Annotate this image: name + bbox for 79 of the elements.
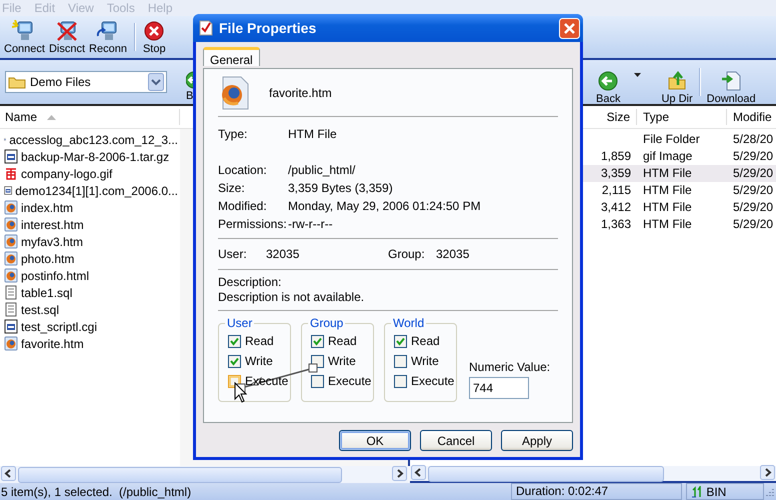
duration-text: Duration: 0:02:47 xyxy=(510,483,682,500)
field-value: Monday, May 29, 2006 01:24:50 PM xyxy=(288,199,481,213)
checkbox-label[interactable]: Write xyxy=(411,354,439,368)
folder-dropdown[interactable]: Demo Files xyxy=(5,71,167,93)
dialog-button[interactable]: Apply xyxy=(501,430,573,451)
toolbar-button[interactable]: Download xyxy=(704,60,758,104)
tab[interactable]: General xyxy=(203,47,260,66)
dialog-button[interactable]: Cancel xyxy=(420,430,492,451)
field-value: 32035 xyxy=(436,247,470,261)
table-cell-text: 5/29/20 xyxy=(732,148,774,165)
file-row[interactable]: myfav3.htm xyxy=(0,233,178,250)
table-cell-text: 2,115 xyxy=(600,182,632,199)
file-row[interactable]: favorite.htm xyxy=(0,335,178,352)
table-cell-text: 5/29/20 xyxy=(732,216,774,233)
field-label: Permissions: xyxy=(218,217,288,231)
checkbox-label[interactable]: Execute xyxy=(328,374,372,388)
table-cell-text: HTM File xyxy=(642,165,693,182)
field-value: HTM File xyxy=(288,127,337,141)
table-cell-text: 5/29/20 xyxy=(732,199,774,216)
field-label: Location: xyxy=(218,163,268,177)
table-cell-text: 5/29/20 xyxy=(732,165,774,182)
group-title: User xyxy=(226,316,254,330)
field-label: Size: xyxy=(218,181,246,195)
status-text: 5 item(s), 1 selected. (/public_html) xyxy=(1,484,192,498)
window-title: File Properties xyxy=(219,20,318,36)
field-value: -rw-r--r-- xyxy=(288,217,333,231)
checkbox-label[interactable]: Read xyxy=(411,334,440,348)
group-title: World xyxy=(392,316,426,330)
column-header[interactable]: Name xyxy=(0,109,180,125)
field-value: 32035 xyxy=(266,247,300,261)
checkbox-label[interactable]: Execute xyxy=(411,374,454,388)
table-cell-text: HTM File xyxy=(642,199,693,216)
field-label: Group: xyxy=(388,247,426,261)
toolbar-button[interactable]: Back xyxy=(594,60,622,104)
checkbox-label[interactable]: Write xyxy=(328,354,356,368)
table-cell-text: HTM File xyxy=(642,182,693,199)
file-row[interactable]: postinfo.html xyxy=(0,267,178,284)
table-cell-text: 5/29/20 xyxy=(732,182,774,199)
toolbar-button[interactable]: Discnct xyxy=(48,20,86,54)
dialog-button[interactable]: OK xyxy=(339,430,411,451)
toolbar-button[interactable]: Reconn xyxy=(88,20,128,54)
file-row[interactable]: company-logo.gif xyxy=(0,165,178,182)
file-row[interactable]: test.sql xyxy=(0,301,178,318)
mode-text: BIN xyxy=(706,484,726,498)
file-row[interactable]: interest.htm xyxy=(0,216,178,233)
group-title: Group xyxy=(309,316,344,330)
table-cell-text: 3,359 xyxy=(600,165,632,182)
table-cell-text: 1,363 xyxy=(600,216,632,233)
field-label: Type: xyxy=(218,127,248,141)
table-cell-text: 3,412 xyxy=(600,199,632,216)
field-label: Numeric Value: xyxy=(469,360,550,374)
table-cell-text: gif Image xyxy=(642,148,694,165)
input-field[interactable]: 744 xyxy=(469,377,529,399)
field-value: 3,359 Bytes (3,359) xyxy=(288,181,393,195)
column-header[interactable]: Modifie xyxy=(727,109,776,125)
field-value: /public_html/ xyxy=(288,163,356,177)
file-row[interactable]: demo1234[1][1].com_2006.0... xyxy=(0,182,178,199)
file-row[interactable]: backup-Mar-8-2006-1.tar.gz xyxy=(0,148,178,165)
toolbar-button[interactable]: Connect xyxy=(3,20,46,54)
toolbar-button[interactable]: Stop xyxy=(142,20,167,54)
description-text: Description is not available. xyxy=(218,290,366,305)
toolbar-button[interactable]: Up Dir xyxy=(659,60,695,104)
checkbox-label[interactable]: Read xyxy=(245,334,274,348)
table-cell-text: 1,859 xyxy=(600,148,632,165)
field-label: Description: xyxy=(218,275,282,290)
table-cell-text: File Folder xyxy=(642,131,701,148)
column-header[interactable]: Type xyxy=(637,109,727,125)
file-row[interactable]: index.htm xyxy=(0,199,178,216)
file-row[interactable]: accesslog_abc123.com_12_3... xyxy=(0,131,178,148)
file-row[interactable]: table1.sql xyxy=(0,284,178,301)
file-row[interactable]: photo.htm xyxy=(0,250,178,267)
table-cell-text: HTM File xyxy=(642,216,693,233)
checkbox-label[interactable]: Write xyxy=(245,354,273,368)
checkbox-label[interactable]: Read xyxy=(328,334,357,348)
table-cell-text: 5/28/20 xyxy=(732,131,774,148)
file-name: favorite.htm xyxy=(269,86,332,100)
file-row[interactable]: test_scriptl.cgi xyxy=(0,318,178,335)
field-label: Modified: xyxy=(218,199,268,213)
field-label: User: xyxy=(218,247,248,261)
